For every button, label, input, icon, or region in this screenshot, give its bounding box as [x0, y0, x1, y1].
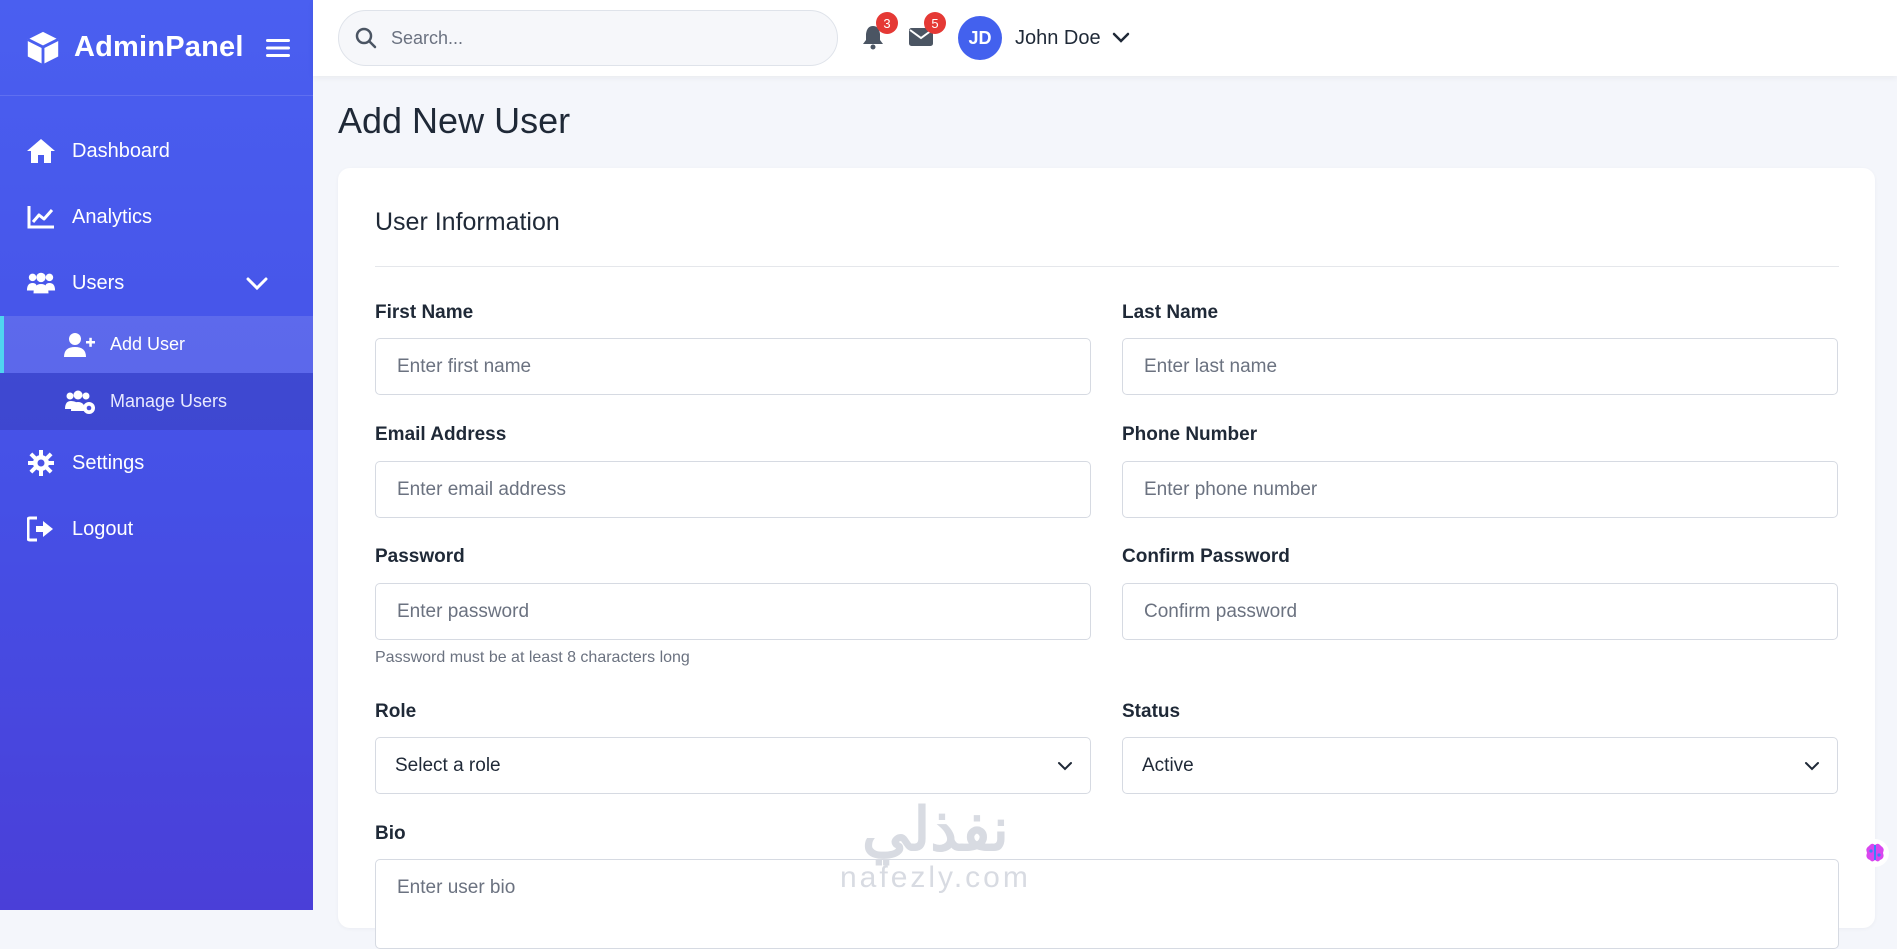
gear-icon — [26, 450, 56, 476]
chart-line-icon — [26, 204, 56, 230]
user-name[interactable]: John Doe — [1015, 27, 1101, 50]
last-name-field-box — [1122, 338, 1838, 395]
password-label: Password — [375, 546, 465, 567]
sidebar-subitem-label: Add User — [110, 334, 186, 354]
watermark-arabic: نفذلي — [862, 796, 1009, 863]
avatar[interactable]: JD — [958, 16, 1002, 60]
user-plus-icon — [64, 332, 96, 358]
watermark-latin: nafezly.com — [840, 861, 1031, 894]
password-help-text: Password must be at least 8 characters l… — [375, 649, 690, 666]
topbar: 3 5 JD John Doe — [313, 0, 1897, 76]
chevron-down-icon — [1805, 762, 1819, 771]
email-label: Email Address — [375, 424, 507, 445]
first-name-label: First Name — [375, 302, 474, 323]
phone-label: Phone Number — [1122, 424, 1258, 445]
sign-out-icon — [26, 516, 56, 542]
password-field-box — [375, 583, 1091, 640]
sidebar-item-analytics[interactable]: Analytics — [0, 184, 313, 250]
notifications-button[interactable]: 3 — [860, 12, 898, 50]
sidebar-item-label: Logout — [72, 517, 134, 540]
chevron-down-icon[interactable] — [245, 272, 269, 294]
password-input[interactable] — [395, 599, 1090, 624]
sidebar-item-label: Analytics — [72, 205, 153, 228]
user-form-card: User Information First Name Last Name Em… — [338, 168, 1875, 949]
role-select[interactable]: Select a role — [375, 737, 1091, 794]
brand: AdminPanel — [0, 0, 313, 96]
phone-field-box — [1122, 461, 1838, 518]
page-title: Add New User — [338, 100, 571, 141]
sidebar-subitem-label: Manage Users — [110, 391, 228, 411]
hamburger-menu-icon[interactable] — [265, 38, 290, 58]
users-cog-icon — [64, 389, 96, 415]
sidebar-nav: Dashboard Analytics Users Add User Manag… — [0, 118, 313, 562]
first-name-input[interactable] — [395, 354, 1090, 379]
brain-icon[interactable] — [1860, 838, 1890, 868]
role-select-value: Select a role — [395, 754, 501, 776]
search-box — [338, 10, 838, 66]
search-input[interactable] — [389, 26, 813, 50]
confirm-password-input[interactable] — [1142, 599, 1837, 624]
bio-field-box — [375, 859, 1839, 949]
sidebar-item-label: Settings — [72, 451, 145, 474]
messages-button[interactable]: 5 — [908, 12, 946, 50]
bio-label: Bio — [375, 823, 406, 844]
sidebar-item-dashboard[interactable]: Dashboard — [0, 118, 313, 184]
last-name-input[interactable] — [1142, 354, 1837, 379]
status-label: Status — [1122, 701, 1181, 722]
confirm-password-label: Confirm Password — [1122, 546, 1290, 567]
sidebar-item-label: Users — [72, 271, 125, 294]
status-select-value: Active — [1142, 754, 1194, 776]
status-select[interactable]: Active — [1122, 737, 1838, 794]
divider — [375, 266, 1839, 267]
watermark: نفذلي nafezly.com — [840, 795, 1031, 895]
sidebar-item-settings[interactable]: Settings — [0, 430, 313, 496]
home-icon — [26, 138, 56, 164]
role-label: Role — [375, 701, 417, 722]
search-icon — [355, 27, 377, 49]
chevron-down-icon — [1058, 762, 1072, 771]
confirm-password-field-box — [1122, 583, 1838, 640]
sidebar-subitem-manage-users[interactable]: Manage Users — [0, 373, 313, 430]
first-name-field-box — [375, 338, 1091, 395]
sidebar-subitem-add-user[interactable]: Add User — [0, 316, 313, 373]
last-name-label: Last Name — [1122, 302, 1219, 323]
sidebar-item-label: Dashboard — [72, 139, 170, 162]
chevron-down-icon[interactable] — [1111, 29, 1131, 47]
messages-badge: 5 — [924, 12, 946, 34]
users-icon — [26, 270, 56, 296]
sidebar-item-users[interactable]: Users — [0, 250, 313, 316]
phone-input[interactable] — [1142, 477, 1837, 502]
notifications-badge: 3 — [876, 12, 898, 34]
bio-textarea[interactable] — [395, 876, 1838, 900]
sidebar: AdminPanel Dashboard Analytics Users Add… — [0, 0, 313, 910]
sidebar-item-logout[interactable]: Logout — [0, 496, 313, 562]
cube-logo-icon — [27, 31, 59, 64]
brand-name: AdminPanel — [74, 31, 244, 63]
section-title: User Information — [375, 208, 560, 236]
email-field-box — [375, 461, 1091, 518]
email-input[interactable] — [395, 477, 1090, 502]
